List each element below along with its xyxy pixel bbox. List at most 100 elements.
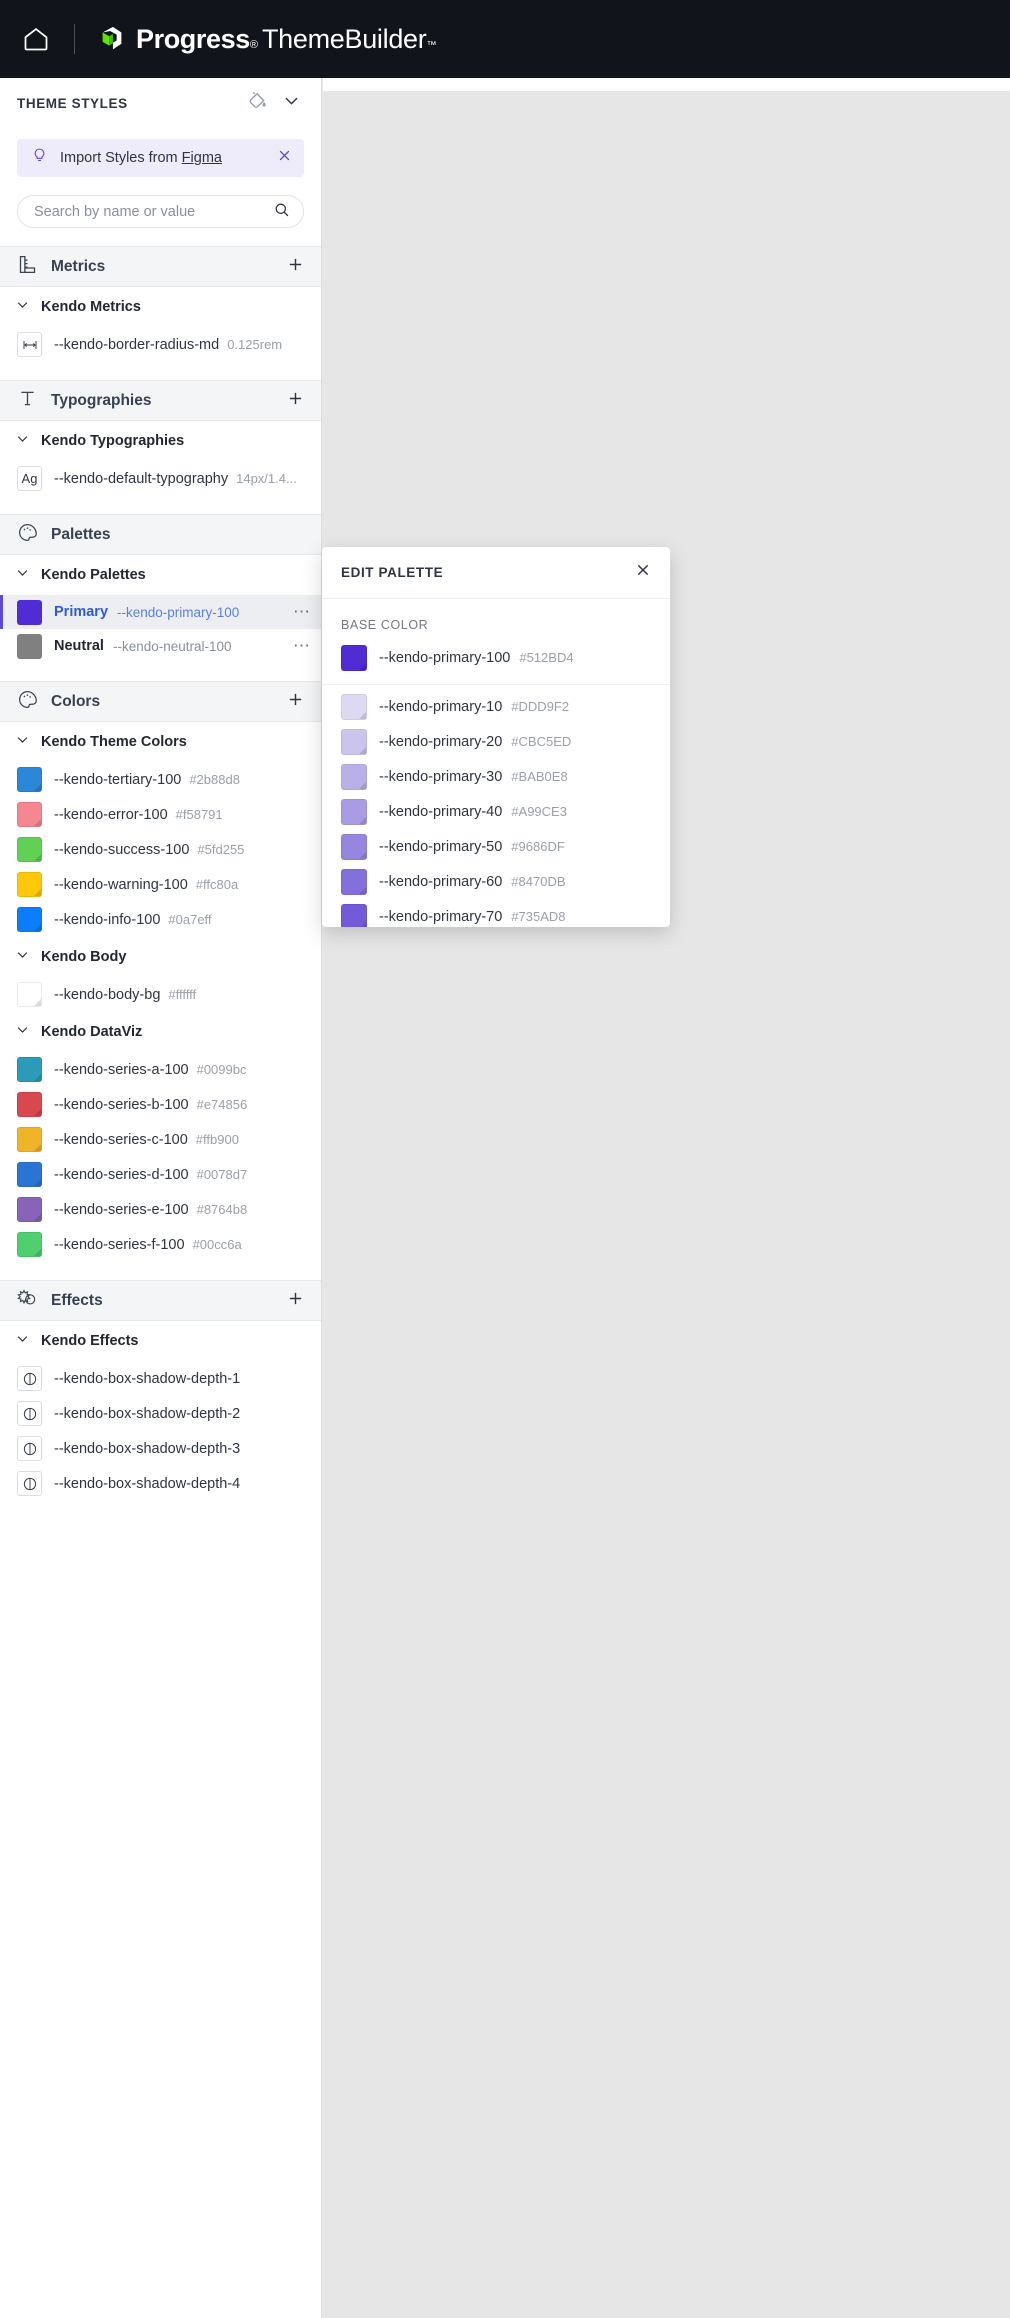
add-typographies-button[interactable] bbox=[287, 390, 304, 412]
token-row[interactable]: --kendo-info-100 #0a7eff bbox=[0, 902, 321, 937]
color-swatch[interactable] bbox=[341, 798, 367, 825]
edit-palette-popup: EDIT PALETTE BASE COLOR --kendo-primary-… bbox=[322, 547, 670, 927]
paint-bucket-icon[interactable] bbox=[242, 89, 269, 117]
palette-shade-row[interactable]: --kendo-primary-20 #CBC5ED bbox=[322, 724, 670, 759]
chevron-down-icon[interactable] bbox=[15, 947, 30, 967]
palette-shade-row[interactable]: --kendo-primary-60 #8470DB bbox=[322, 864, 670, 899]
palette-menu-button[interactable]: ⋯ bbox=[293, 602, 311, 622]
token-row[interactable]: --kendo-box-shadow-depth-1 bbox=[0, 1361, 321, 1396]
color-swatch[interactable] bbox=[17, 907, 42, 932]
palette-shade-row[interactable]: --kendo-primary-30 #BAB0E8 bbox=[322, 759, 670, 794]
palette-shade-list: --kendo-primary-10 #DDD9F2 --kendo-primary… bbox=[322, 689, 670, 927]
close-icon[interactable] bbox=[635, 562, 651, 583]
palette-swatch[interactable] bbox=[17, 599, 42, 625]
color-swatch[interactable] bbox=[17, 802, 42, 827]
token-name: --kendo-primary-30 bbox=[379, 768, 503, 785]
search-icon[interactable] bbox=[273, 201, 290, 223]
base-color-row[interactable]: --kendo-primary-100 #512BD4 bbox=[322, 640, 670, 675]
color-swatch[interactable] bbox=[341, 763, 367, 790]
color-swatch[interactable] bbox=[17, 1127, 42, 1152]
color-swatch[interactable] bbox=[341, 644, 367, 671]
palette-swatch[interactable] bbox=[17, 633, 42, 659]
color-swatch[interactable] bbox=[17, 1057, 42, 1082]
token-value: #00cc6a bbox=[192, 1237, 242, 1252]
figma-import-banner[interactable]: Import Styles from Figma bbox=[17, 139, 304, 177]
token-row[interactable]: --kendo-warning-100 #ffc80a bbox=[0, 867, 321, 902]
color-swatch[interactable] bbox=[17, 767, 42, 792]
section-header-typographies: Typographies bbox=[0, 380, 321, 421]
token-row[interactable]: --kendo-series-f-100 #00cc6a bbox=[0, 1227, 321, 1262]
token-row[interactable]: --kendo-box-shadow-depth-4 bbox=[0, 1466, 321, 1501]
close-icon[interactable] bbox=[277, 148, 292, 168]
token-name: --kendo-primary-70 bbox=[379, 908, 503, 925]
token-row[interactable]: --kendo-tertiary-100 #2b88d8 bbox=[0, 762, 321, 797]
token-row[interactable]: Ag --kendo-default-typography 14px/1.4... bbox=[0, 461, 321, 496]
brand-logo-area[interactable]: Progress ® ThemeBuilder ™ bbox=[97, 24, 436, 55]
palette-row[interactable]: Neutral --kendo-neutral-100 ⋯ bbox=[0, 629, 321, 663]
palette-shade-row[interactable]: --kendo-primary-40 #A99CE3 bbox=[322, 794, 670, 829]
chevron-down-icon[interactable] bbox=[15, 1022, 30, 1042]
section-header-colors: Colors bbox=[0, 681, 321, 722]
figma-link[interactable]: Figma bbox=[182, 150, 222, 166]
chevron-down-icon[interactable] bbox=[15, 1331, 30, 1351]
theme-styles-sidebar: THEME STYLES Import Styles from Figma Se… bbox=[0, 78, 322, 2318]
chevron-down-icon[interactable] bbox=[15, 297, 30, 317]
token-row[interactable]: --kendo-border-radius-md 0.125rem bbox=[0, 327, 321, 362]
color-swatch[interactable] bbox=[341, 868, 367, 895]
color-swatch[interactable] bbox=[17, 1092, 42, 1117]
chevron-down-icon[interactable] bbox=[15, 565, 30, 585]
group-header[interactable]: Kendo Effects bbox=[0, 1321, 321, 1361]
token-row[interactable]: --kendo-series-d-100 #0078d7 bbox=[0, 1157, 321, 1192]
token-row[interactable]: --kendo-error-100 #f58791 bbox=[0, 797, 321, 832]
chevron-down-icon[interactable] bbox=[269, 91, 301, 115]
search-box[interactable] bbox=[17, 195, 304, 228]
contrast-circle-icon bbox=[17, 1366, 42, 1391]
group-header[interactable]: Kendo Body bbox=[0, 937, 321, 977]
palette-shade-row[interactable]: --kendo-primary-50 #9686DF bbox=[322, 829, 670, 864]
token-row[interactable]: --kendo-series-e-100 #8764b8 bbox=[0, 1192, 321, 1227]
token-value: #ffb900 bbox=[195, 1132, 239, 1147]
chevron-down-icon[interactable] bbox=[15, 431, 30, 451]
color-swatch[interactable] bbox=[341, 693, 367, 720]
group-header[interactable]: Kendo DataViz bbox=[0, 1012, 321, 1052]
token-row[interactable]: --kendo-series-c-100 #ffb900 bbox=[0, 1122, 321, 1157]
section-label: Palettes bbox=[51, 525, 111, 543]
group-header[interactable]: Kendo Palettes bbox=[0, 555, 321, 595]
group-header[interactable]: Kendo Theme Colors bbox=[0, 722, 321, 762]
divider bbox=[322, 684, 670, 685]
color-swatch[interactable] bbox=[17, 837, 42, 862]
token-name: --kendo-box-shadow-depth-4 bbox=[54, 1475, 241, 1492]
token-row[interactable]: --kendo-success-100 #5fd255 bbox=[0, 832, 321, 867]
color-swatch[interactable] bbox=[17, 982, 42, 1007]
add-colors-button[interactable] bbox=[287, 691, 304, 713]
group-header[interactable]: Kendo Typographies bbox=[0, 421, 321, 461]
color-swatch[interactable] bbox=[17, 1197, 42, 1222]
palette-shade-row[interactable]: --kendo-primary-10 #DDD9F2 bbox=[322, 689, 670, 724]
color-swatch[interactable] bbox=[341, 728, 367, 755]
group-header[interactable]: Kendo Metrics bbox=[0, 287, 321, 327]
color-swatch[interactable] bbox=[341, 903, 367, 927]
token-row[interactable]: --kendo-series-b-100 #e74856 bbox=[0, 1087, 321, 1122]
token-row[interactable]: --kendo-series-a-100 #0099bc bbox=[0, 1052, 321, 1087]
color-swatch[interactable] bbox=[17, 872, 42, 897]
chevron-down-icon[interactable] bbox=[15, 732, 30, 752]
edit-palette-header: EDIT PALETTE bbox=[322, 547, 670, 599]
typography-swatch: Ag bbox=[17, 466, 42, 491]
token-row[interactable]: --kendo-box-shadow-depth-3 bbox=[0, 1431, 321, 1466]
home-icon[interactable] bbox=[22, 25, 50, 53]
add-metrics-button[interactable] bbox=[287, 256, 304, 278]
add-effects-button[interactable] bbox=[287, 1290, 304, 1312]
color-swatch[interactable] bbox=[341, 833, 367, 860]
token-row[interactable]: --kendo-box-shadow-depth-2 bbox=[0, 1396, 321, 1431]
token-name: --kendo-primary-50 bbox=[379, 838, 503, 855]
palette-shade-row[interactable]: --kendo-primary-70 #735AD8 bbox=[322, 899, 670, 927]
token-row[interactable]: --kendo-body-bg #ffffff bbox=[0, 977, 321, 1012]
palette-row[interactable]: Primary --kendo-primary-100 ⋯ bbox=[0, 595, 321, 629]
effects-icon bbox=[17, 1288, 38, 1314]
palette-menu-button[interactable]: ⋯ bbox=[293, 636, 311, 656]
color-swatch[interactable] bbox=[17, 1232, 42, 1257]
color-swatch[interactable] bbox=[17, 1162, 42, 1187]
topbar-divider bbox=[74, 24, 75, 54]
token-name: --kendo-primary-20 bbox=[379, 733, 503, 750]
search-input[interactable] bbox=[34, 203, 273, 220]
